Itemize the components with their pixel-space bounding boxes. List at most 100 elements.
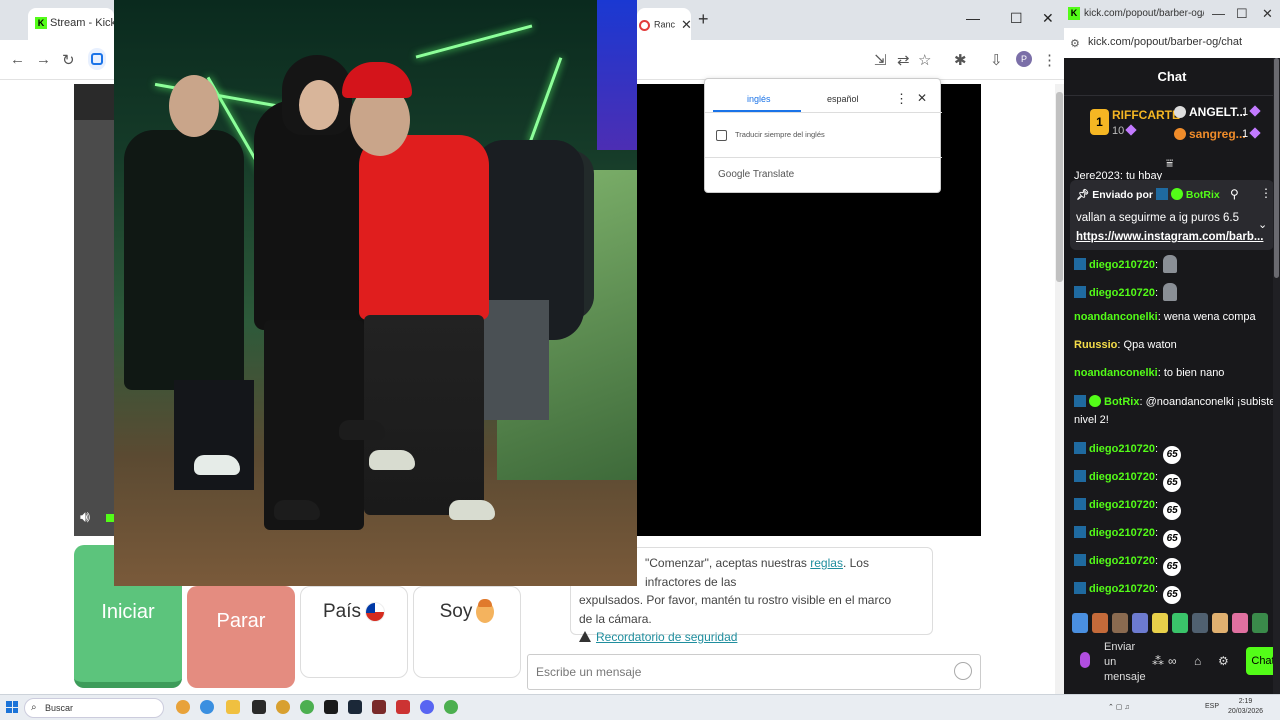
chat-message-input[interactable]: Enviar un mensaje — [1104, 640, 1148, 685]
pinned-message: 📌︎ Enviado por BotRix ⚲ ⋮ ⌄ vallan a seg… — [1070, 180, 1274, 250]
close-window-button[interactable]: ✕ — [1042, 10, 1054, 27]
infinity-icon[interactable]: ∞ — [1168, 654, 1177, 668]
emote-icon[interactable] — [1252, 613, 1268, 633]
safety-reminder-link[interactable]: Recordatorio de seguridad — [596, 630, 737, 644]
emote-icon[interactable] — [1152, 613, 1168, 633]
discord-icon[interactable] — [420, 700, 434, 714]
chat-username[interactable]: diego210720 — [1089, 527, 1155, 539]
page-scrollbar[interactable] — [1055, 84, 1064, 694]
app-icon[interactable] — [372, 700, 386, 714]
profile-avatar[interactable]: P — [1016, 51, 1032, 67]
chat-message: noandanconelki: wena wena compa — [1074, 311, 1256, 323]
keyboard-language[interactable]: ESP — [1205, 703, 1219, 710]
always-translate-checkbox[interactable] — [716, 130, 727, 141]
chat-scrollbar[interactable] — [1273, 58, 1280, 694]
steam-icon[interactable] — [348, 700, 362, 714]
emote-icon[interactable] — [1112, 613, 1128, 633]
microphone-icon[interactable] — [1080, 652, 1090, 668]
chat-username[interactable]: diego210720 — [1089, 583, 1155, 595]
emote-icon[interactable] — [1212, 613, 1228, 633]
chat-username[interactable]: diego210720 — [1089, 555, 1155, 567]
extensions-icon[interactable]: ✱ — [954, 51, 967, 69]
back-icon[interactable]: ← — [10, 51, 25, 68]
translate-tab-spanish[interactable]: español — [827, 94, 859, 104]
message-input[interactable]: Escribe un mensaje — [527, 654, 981, 690]
volume-icon[interactable]: 🔊︎ — [80, 509, 90, 527]
unpin-icon[interactable]: ⚲ — [1230, 187, 1239, 201]
badges-icon[interactable]: ⁂ — [1152, 654, 1164, 668]
chrome-icon[interactable] — [300, 700, 314, 714]
app-icon[interactable] — [276, 700, 290, 714]
gender-button[interactable]: Soy — [413, 586, 521, 678]
store-app-icon[interactable] — [252, 700, 266, 714]
volume-bar[interactable] — [106, 514, 114, 522]
minimize-button[interactable]: — — [1212, 6, 1225, 21]
close-tab-icon[interactable]: ✕ — [681, 17, 692, 32]
more-options-icon[interactable]: ⋮ — [895, 91, 908, 107]
tray-icons[interactable]: ⌃ ▢ ♫ — [1108, 703, 1130, 711]
downloads-icon[interactable]: ⇩ — [990, 51, 1003, 69]
file-explorer-icon[interactable] — [226, 700, 240, 714]
reload-icon[interactable]: ↻ — [62, 51, 75, 69]
leader-third-name[interactable]: sangreg... — [1189, 127, 1246, 141]
emote-icon[interactable] — [1092, 613, 1108, 633]
maximize-button[interactable]: ☐ — [1010, 10, 1023, 27]
site-settings-icon[interactable]: ⚙︎ — [1070, 37, 1080, 50]
bookmark-star-icon[interactable]: ☆ — [918, 51, 931, 69]
translate-tab-english[interactable]: inglés — [747, 94, 771, 104]
photo-overlay — [114, 0, 637, 586]
leader-first-count: 10 — [1112, 125, 1125, 137]
edge-icon[interactable] — [200, 700, 214, 714]
chat-username[interactable]: noandanconelki — [1074, 311, 1158, 323]
close-icon[interactable]: ✕ — [917, 91, 927, 105]
chat-username[interactable]: diego210720 — [1089, 259, 1155, 271]
rules-link[interactable]: reglas — [810, 556, 843, 570]
chat-username[interactable]: noandanconelki — [1074, 367, 1158, 379]
chat-username[interactable]: diego210720 — [1089, 499, 1155, 511]
chevron-down-icon[interactable]: ⌄ — [1258, 218, 1267, 231]
chat-message: BotRix: @noandanconelki ¡subiste al — [1074, 395, 1280, 408]
emote-icon[interactable] — [1072, 613, 1088, 633]
site-info-icon[interactable] — [88, 48, 106, 70]
install-icon[interactable]: ⇲ — [874, 51, 887, 69]
stop-button[interactable]: Parar — [187, 586, 295, 688]
minimize-button[interactable]: — — [966, 10, 980, 26]
translate-icon[interactable]: ⇄ — [897, 51, 910, 69]
chat-username[interactable]: diego210720 — [1089, 471, 1155, 483]
chat-username[interactable]: BotRix — [1104, 396, 1139, 408]
forward-icon[interactable]: → — [36, 51, 51, 68]
chat-address-bar[interactable]: ⚙︎ kick.com/popout/barber-og/chat — [1064, 28, 1280, 58]
pinned-link[interactable]: https://www.instagram.com/barb... — [1076, 231, 1266, 243]
maximize-button[interactable]: ☐ — [1236, 6, 1248, 22]
more-options-icon[interactable]: ⋮ — [1260, 186, 1272, 200]
emoji-icon[interactable] — [954, 662, 972, 680]
app-icon[interactable] — [324, 700, 338, 714]
emote-icon[interactable] — [1192, 613, 1208, 633]
settings-gear-icon[interactable]: ⚙︎ — [1218, 654, 1229, 668]
country-button[interactable]: País — [300, 586, 408, 678]
taskbar-clock[interactable]: 2:19 20/03/2026 — [1228, 697, 1263, 717]
tab-random-chat[interactable]: Ranc ✕ — [637, 8, 692, 40]
taskbar-search[interactable]: ⌕ Buscar — [24, 698, 164, 718]
new-tab-button[interactable]: + — [698, 9, 709, 30]
windows-start-icon[interactable] — [6, 701, 18, 713]
chat-username[interactable]: Ruussio — [1074, 339, 1117, 351]
widgets-icon[interactable] — [176, 700, 190, 714]
chrome-icon[interactable] — [444, 700, 458, 714]
chat-message: diego210720: — [1074, 255, 1178, 273]
pinned-author[interactable]: BotRix — [1186, 189, 1220, 201]
emote-icon[interactable] — [1172, 613, 1188, 633]
bot-badge-icon — [1074, 582, 1086, 594]
tab-kick-dashboard[interactable]: KStream - Kick Dashboa — [28, 8, 114, 40]
menu-icon[interactable]: ⋮ — [1042, 51, 1057, 69]
emote-icon[interactable] — [1232, 613, 1248, 633]
chat-username[interactable]: diego210720 — [1089, 287, 1155, 299]
store-icon[interactable]: ⌂ — [1194, 654, 1201, 668]
chat-username[interactable]: diego210720 — [1089, 443, 1155, 455]
app-icon[interactable] — [396, 700, 410, 714]
close-window-button[interactable]: ✕ — [1262, 6, 1273, 22]
leaderboard-toggle-icon[interactable]: ⩸ — [1166, 156, 1173, 171]
leader-second-name[interactable]: ANGELT... — [1189, 105, 1246, 119]
leader-first-name[interactable]: RIFFCARTE — [1112, 108, 1180, 122]
emote-icon[interactable] — [1132, 613, 1148, 633]
